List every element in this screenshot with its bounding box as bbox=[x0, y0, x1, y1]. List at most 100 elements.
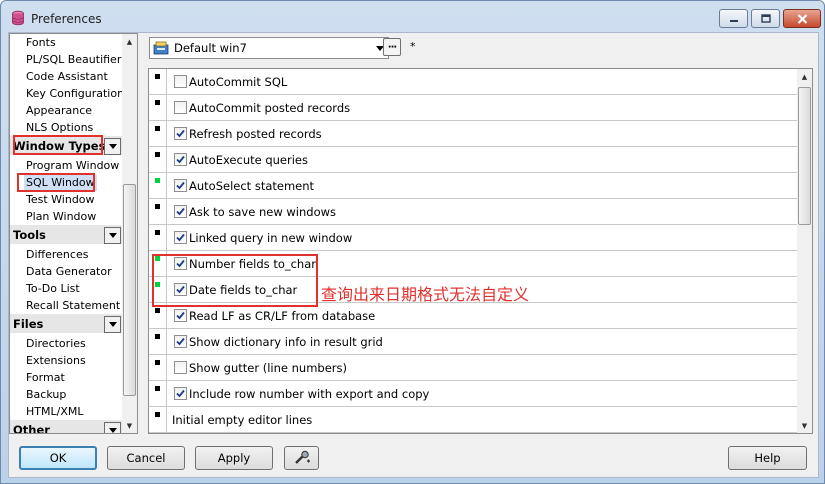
tools-button[interactable] bbox=[284, 446, 319, 470]
nav-item-format[interactable]: Format bbox=[24, 370, 67, 386]
nav-group-tools[interactable]: Tools bbox=[13, 227, 121, 244]
option-label: Initial empty editor lines bbox=[172, 413, 313, 427]
option-checkbox[interactable] bbox=[174, 179, 187, 192]
option-label: Read LF as CR/LF from database bbox=[189, 309, 376, 323]
option-row[interactable]: Linked query in new window bbox=[149, 225, 797, 251]
help-button[interactable]: Help bbox=[728, 446, 807, 470]
nav-item-appearance[interactable]: Appearance bbox=[24, 103, 94, 119]
nav-item-todo-list[interactable]: To-Do List bbox=[24, 281, 82, 297]
option-checkbox[interactable] bbox=[174, 205, 187, 218]
highlight-box bbox=[17, 173, 95, 192]
option-row[interactable]: Show dictionary info in result grid bbox=[149, 329, 797, 355]
option-row[interactable]: Initial empty editor lines bbox=[149, 407, 797, 433]
nav-item-nls-options[interactable]: NLS Options bbox=[24, 120, 95, 136]
window-title: Preferences bbox=[31, 12, 102, 26]
scroll-up-icon[interactable]: ▲ bbox=[797, 69, 812, 84]
minimize-icon bbox=[729, 19, 738, 22]
default-marker bbox=[155, 74, 160, 79]
option-label: Ask to save new windows bbox=[189, 205, 336, 219]
option-checkbox[interactable] bbox=[174, 387, 187, 400]
nav-item-code-assistant[interactable]: Code Assistant bbox=[24, 69, 110, 85]
highlight-box bbox=[152, 254, 318, 307]
collapse-button[interactable] bbox=[104, 227, 121, 244]
options-list: AutoCommit SQL AutoCommit posted records R… bbox=[148, 68, 813, 434]
option-row[interactable]: Refresh posted records bbox=[149, 121, 797, 147]
nav-item-directories[interactable]: Directories bbox=[24, 336, 88, 352]
scroll-thumb[interactable] bbox=[123, 184, 136, 396]
nav-group-files[interactable]: Files bbox=[13, 316, 121, 333]
close-icon bbox=[797, 13, 807, 24]
cancel-button[interactable]: Cancel bbox=[107, 446, 185, 470]
nav-group-label: Other bbox=[13, 423, 50, 433]
nav-item-recall-statement[interactable]: Recall Statement bbox=[24, 298, 122, 314]
nav-item-test-window[interactable]: Test Window bbox=[24, 192, 97, 208]
option-row[interactable]: Include row number with export and copy bbox=[149, 381, 797, 407]
options-scrollbar[interactable]: ▲ ▼ bbox=[797, 69, 812, 433]
option-checkbox[interactable] bbox=[174, 335, 187, 348]
option-label: Refresh posted records bbox=[189, 127, 322, 141]
title-bar[interactable]: Preferences bbox=[1, 1, 824, 32]
default-marker bbox=[155, 100, 160, 105]
scroll-thumb[interactable] bbox=[798, 87, 811, 225]
minimize-button[interactable] bbox=[719, 9, 748, 28]
checkmark-icon bbox=[176, 233, 185, 242]
option-checkbox[interactable] bbox=[174, 101, 187, 114]
collapse-button[interactable] bbox=[104, 422, 121, 433]
option-row[interactable]: Ask to save new windows bbox=[149, 199, 797, 225]
option-checkbox[interactable] bbox=[174, 309, 187, 322]
row-gutter bbox=[149, 407, 167, 432]
option-checkbox[interactable] bbox=[174, 75, 187, 88]
scroll-down-icon[interactable]: ▼ bbox=[797, 418, 812, 433]
row-gutter bbox=[149, 69, 167, 94]
scroll-up-icon[interactable]: ▲ bbox=[122, 34, 137, 49]
option-row[interactable]: AutoSelect statement bbox=[149, 173, 797, 199]
profile-value: Default win7 bbox=[174, 41, 247, 55]
apply-button[interactable]: Apply bbox=[195, 446, 273, 470]
ok-button[interactable]: OK bbox=[19, 446, 97, 470]
row-gutter bbox=[149, 95, 167, 120]
more-options-button[interactable]: ··· bbox=[383, 38, 401, 56]
chevron-down-icon bbox=[108, 144, 117, 149]
chevron-down-icon bbox=[108, 322, 117, 327]
default-marker bbox=[155, 386, 160, 391]
nav-item-program-window[interactable]: Program Window bbox=[24, 158, 121, 174]
maximize-button[interactable] bbox=[751, 9, 780, 28]
option-row[interactable]: AutoCommit posted records bbox=[149, 95, 797, 121]
row-gutter bbox=[149, 381, 167, 406]
nav-item-data-generator[interactable]: Data Generator bbox=[24, 264, 114, 280]
scroll-down-icon[interactable]: ▼ bbox=[122, 418, 137, 433]
row-gutter bbox=[149, 329, 167, 354]
nav-item-plsql-beautifier[interactable]: PL/SQL Beautifier bbox=[24, 52, 122, 68]
nav-item-fonts[interactable]: Fonts bbox=[24, 35, 58, 51]
nav-scrollbar[interactable]: ▲ ▼ bbox=[122, 34, 137, 433]
nav-item-plan-window[interactable]: Plan Window bbox=[24, 209, 98, 225]
option-checkbox[interactable] bbox=[174, 127, 187, 140]
chevron-down-icon bbox=[108, 428, 117, 433]
nav-item-html-xml[interactable]: HTML/XML bbox=[24, 404, 85, 420]
option-checkbox[interactable] bbox=[174, 153, 187, 166]
annotation-text: 查询出来日期格式无法自定义 bbox=[321, 285, 530, 304]
option-checkbox[interactable] bbox=[174, 231, 187, 244]
nav-item-key-configuration[interactable]: Key Configuration bbox=[24, 86, 122, 102]
option-row[interactable]: AutoCommit SQL bbox=[149, 69, 797, 95]
close-button[interactable] bbox=[783, 9, 821, 28]
nav-item-backup[interactable]: Backup bbox=[24, 387, 68, 403]
checkmark-icon bbox=[176, 207, 185, 216]
row-gutter bbox=[149, 355, 167, 380]
database-icon bbox=[12, 10, 24, 26]
nav-item-differences[interactable]: Differences bbox=[24, 247, 90, 263]
profile-select[interactable]: Default win7 bbox=[149, 37, 389, 59]
nav-list: Fonts PL/SQL Beautifier Code Assistant K… bbox=[10, 34, 122, 433]
default-marker bbox=[155, 412, 160, 417]
checkmark-icon bbox=[176, 155, 185, 164]
nav-group-other[interactable]: Other bbox=[13, 422, 121, 433]
nav-item-extensions[interactable]: Extensions bbox=[24, 353, 88, 369]
option-label: Show gutter (line numbers) bbox=[189, 361, 348, 375]
preferences-window: Preferences Fonts PL/SQL Beautifier Code… bbox=[0, 0, 825, 484]
collapse-button[interactable] bbox=[104, 138, 121, 155]
collapse-button[interactable] bbox=[104, 316, 121, 333]
option-row[interactable]: Show gutter (line numbers) bbox=[149, 355, 797, 381]
nav-group-label: Files bbox=[13, 317, 44, 331]
option-row[interactable]: AutoExecute queries bbox=[149, 147, 797, 173]
option-checkbox[interactable] bbox=[174, 361, 187, 374]
